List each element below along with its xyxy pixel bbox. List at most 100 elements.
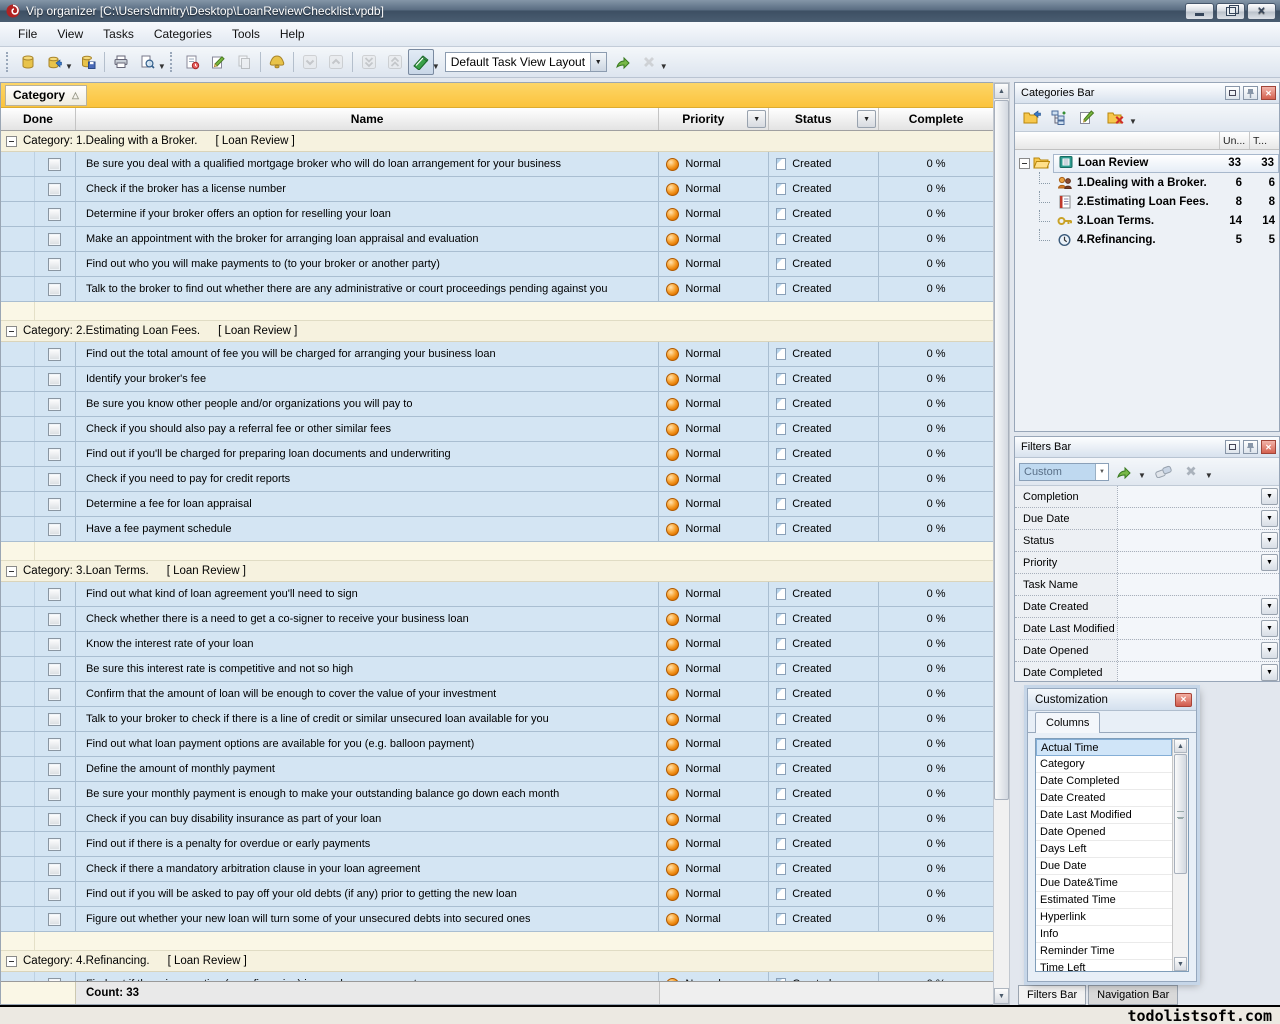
customization-titlebar[interactable]: Customization ✕ <box>1028 689 1196 711</box>
tab-filters-bar[interactable]: Filters Bar <box>1018 985 1086 1005</box>
task-row[interactable]: Find out what kind of loan agreement you… <box>1 582 993 607</box>
filter-dropdown-icon[interactable]: ▼ <box>1261 664 1278 681</box>
task-row[interactable]: Talk to your broker to check if there is… <box>1 707 993 732</box>
task-checkbox[interactable] <box>48 613 61 626</box>
task-checkbox[interactable] <box>48 738 61 751</box>
delete-category-button[interactable] <box>1103 106 1128 130</box>
scrollbar-thumb[interactable] <box>994 100 1009 800</box>
filter-preset-combobox[interactable]: Custom ▼ <box>1019 463 1109 481</box>
menu-tools[interactable]: Tools <box>222 24 270 44</box>
task-row[interactable]: Be sure you deal with a qualified mortga… <box>1 152 993 177</box>
task-checkbox[interactable] <box>48 838 61 851</box>
filter-value-cell[interactable]: ▼ <box>1117 508 1279 529</box>
column-option[interactable]: Date Completed <box>1036 773 1172 790</box>
layout-combobox-dropdown-icon[interactable]: ▼ <box>590 53 606 71</box>
column-option[interactable]: Due Date <box>1036 858 1172 875</box>
filter-value-cell[interactable]: ▼ <box>1117 552 1279 573</box>
apply-filter-dropdown-icon[interactable]: ▼ <box>1138 471 1146 480</box>
open-database-dropdown-icon[interactable]: ▼ <box>65 62 73 71</box>
column-header-name[interactable]: Name <box>76 108 659 130</box>
column-option[interactable]: Hyperlink <box>1036 909 1172 926</box>
task-row[interactable]: Be sure you know other people and/or org… <box>1 392 993 417</box>
task-view-layout-button[interactable] <box>408 49 434 75</box>
task-row[interactable]: Identify your broker's feeNormalCreated0… <box>1 367 993 392</box>
column-option[interactable]: Time Left <box>1036 960 1172 971</box>
filter-dropdown-icon[interactable]: ▼ <box>1261 642 1278 659</box>
task-checkbox[interactable] <box>48 283 61 296</box>
filter-dropdown-icon[interactable]: ▼ <box>1261 532 1278 549</box>
task-row[interactable]: Check if you can buy disability insuranc… <box>1 807 993 832</box>
filters-toolbar-dropdown-icon[interactable]: ▼ <box>1205 471 1213 480</box>
new-subcategory-button[interactable] <box>1047 106 1072 130</box>
task-checkbox[interactable] <box>48 348 61 361</box>
task-row[interactable]: Check if you should also pay a referral … <box>1 417 993 442</box>
move-down-button[interactable] <box>297 49 323 75</box>
filter-dropdown-icon[interactable]: ▼ <box>1261 598 1278 615</box>
column-option[interactable]: Due Date&Time <box>1036 875 1172 892</box>
layout-combobox[interactable]: Default Task View Layout ▼ <box>445 52 607 72</box>
print-preview-button[interactable] <box>134 49 160 75</box>
filters-bar-pin-button[interactable] <box>1243 440 1258 454</box>
table-scrollbar[interactable]: ▲ ▼ <box>993 82 1010 1005</box>
delete-layout-button[interactable] <box>636 49 662 75</box>
collapse-icon[interactable] <box>1019 158 1030 169</box>
task-row[interactable]: Check if the broker has a license number… <box>1 177 993 202</box>
categories-toolbar-dropdown-icon[interactable]: ▼ <box>1129 117 1137 126</box>
task-row[interactable]: Find out if there is an option (on refin… <box>1 972 993 981</box>
task-checkbox[interactable] <box>48 788 61 801</box>
task-row[interactable]: Check if you need to pay for credit repo… <box>1 467 993 492</box>
filter-value-cell[interactable]: ▼ <box>1117 662 1279 681</box>
list-scrollbar-thumb[interactable] <box>1174 754 1187 874</box>
columns-list-scrollbar[interactable]: ▲ ▼ <box>1172 739 1188 971</box>
collapse-icon[interactable] <box>6 136 17 147</box>
print-dropdown-icon[interactable]: ▼ <box>158 62 166 71</box>
task-row[interactable]: Find out the total amount of fee you wil… <box>1 342 993 367</box>
task-row[interactable]: Define the amount of monthly paymentNorm… <box>1 757 993 782</box>
menu-file[interactable]: File <box>8 24 47 44</box>
filter-value-cell[interactable]: ▼ <box>1117 530 1279 551</box>
tree-item---loan-terms-[interactable]: 3.Loan Terms.1414 <box>1015 211 1279 230</box>
task-row[interactable]: Determine a fee for loan appraisalNormal… <box>1 492 993 517</box>
task-row[interactable]: Make an appointment with the broker for … <box>1 227 993 252</box>
filter-value-cell[interactable] <box>1117 574 1279 595</box>
task-row[interactable]: Check if there a mandatory arbitration c… <box>1 857 993 882</box>
task-checkbox[interactable] <box>48 763 61 776</box>
restore-button[interactable] <box>1216 3 1245 20</box>
column-option[interactable]: Info <box>1036 926 1172 943</box>
task-checkbox[interactable] <box>48 863 61 876</box>
categories-bar-restore-button[interactable] <box>1225 86 1240 100</box>
collapse-icon[interactable] <box>6 956 17 967</box>
task-row[interactable]: Figure out whether your new loan will tu… <box>1 907 993 932</box>
task-row[interactable]: Be sure this interest rate is competitiv… <box>1 657 993 682</box>
scroll-up-icon[interactable]: ▲ <box>994 83 1009 99</box>
task-checkbox[interactable] <box>48 498 61 511</box>
task-checkbox[interactable] <box>48 523 61 536</box>
categories-bar-pin-button[interactable] <box>1243 86 1258 100</box>
task-checkbox[interactable] <box>48 638 61 651</box>
filter-preset-dropdown-icon[interactable]: ▼ <box>1095 464 1108 480</box>
open-database-button[interactable] <box>41 49 67 75</box>
edit-task-button[interactable] <box>205 49 231 75</box>
scroll-down-icon[interactable]: ▼ <box>994 988 1009 1004</box>
toolbar-grip[interactable] <box>6 52 11 72</box>
tree-item---refinancing-[interactable]: 4.Refinancing.55 <box>1015 230 1279 249</box>
minimize-button[interactable] <box>1185 3 1214 20</box>
menu-help[interactable]: Help <box>270 24 315 44</box>
move-up-button[interactable] <box>323 49 349 75</box>
column-option[interactable]: Estimated Time <box>1036 892 1172 909</box>
task-row[interactable]: Have a fee payment scheduleNormalCreated… <box>1 517 993 542</box>
priority-filter-dropdown-icon[interactable]: ▼ <box>747 110 766 128</box>
column-option[interactable]: Date Opened <box>1036 824 1172 841</box>
task-checkbox[interactable] <box>48 663 61 676</box>
task-checkbox[interactable] <box>48 588 61 601</box>
column-option[interactable]: Actual Time <box>1036 739 1172 756</box>
task-view-dropdown-icon[interactable]: ▼ <box>432 62 440 71</box>
tree-root-row[interactable]: Loan Review 33 33 <box>1015 153 1279 173</box>
print-button[interactable] <box>108 49 134 75</box>
new-category-button[interactable] <box>1019 106 1044 130</box>
column-option[interactable]: Days Left <box>1036 841 1172 858</box>
undone-column-header[interactable]: Un... <box>1219 132 1249 149</box>
task-checkbox[interactable] <box>48 398 61 411</box>
column-header-status[interactable]: Status ▼ <box>769 108 879 130</box>
task-checkbox[interactable] <box>48 158 61 171</box>
